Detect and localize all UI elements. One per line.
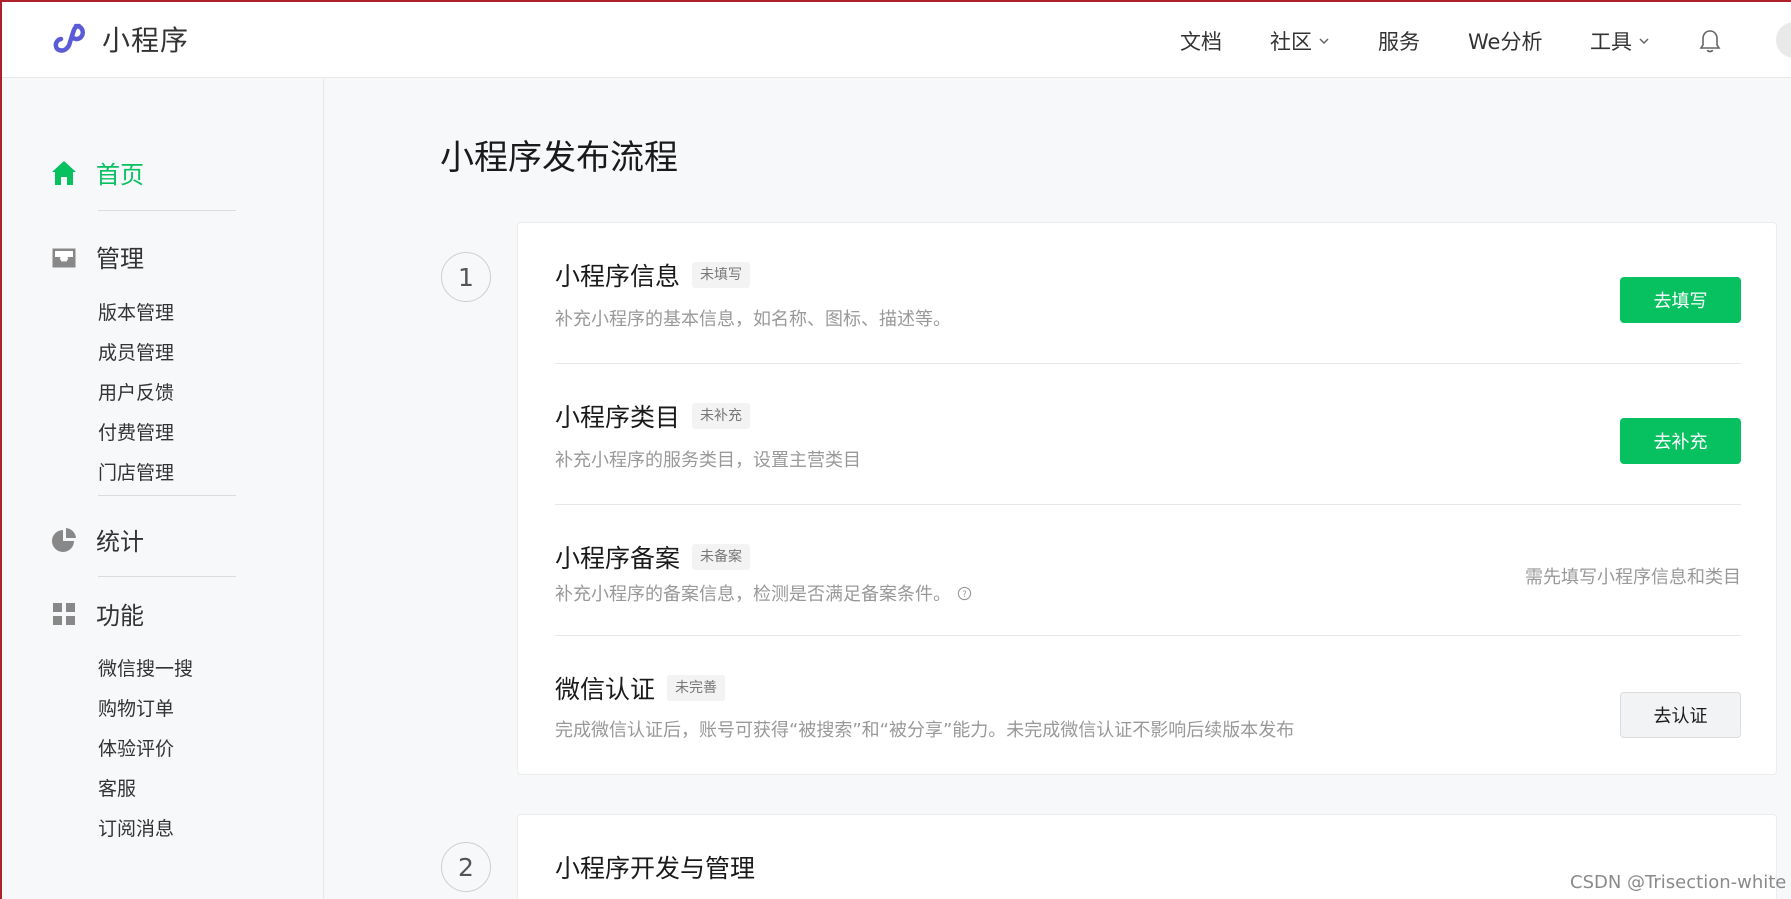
grid-icon [53,602,75,625]
fill-info-button[interactable]: 去填写 [1620,277,1741,323]
page-title: 小程序发布流程 [440,138,678,178]
sidebar-item-home[interactable]: 首页 [50,155,144,190]
chevron-down-icon [1319,38,1329,45]
status-badge: 未补充 [692,403,751,429]
nav-analytics[interactable]: We分析 [1468,26,1542,56]
question-circle-icon[interactable]: ? [957,586,972,601]
row-description: 补充小程序的备案信息，检测是否满足备案条件。 ? [555,580,972,606]
row-title: 小程序类目 未补充 [555,398,751,434]
add-category-button[interactable]: 去补充 [1620,418,1741,464]
bell-icon[interactable] [1698,28,1722,54]
status-badge: 未填写 [692,262,751,288]
sidebar-item-manage[interactable]: 管理 [50,239,144,274]
list-item: 小程序信息 未填写 补充小程序的基本信息，如名称、图标、描述等。 去填写 [555,223,1741,363]
nav-tools[interactable]: 工具 [1590,26,1650,56]
row-description: 完成微信认证后，账号可获得“被搜索”和“被分享”能力。未完成微信认证不影响后续版… [555,720,1295,741]
row-title: 微信认证 未完善 [555,670,726,706]
nav-services[interactable]: 服务 [1378,26,1420,56]
row-title: 小程序信息 未填写 [555,257,751,293]
svg-text:?: ? [962,588,966,598]
sidebar-item-customer-service[interactable]: 客服 [98,774,136,801]
inbox-icon [52,248,76,267]
sidebar-item-wechat-search[interactable]: 微信搜一搜 [98,654,193,681]
app-logo[interactable]: 小程序 [50,18,189,60]
avatar[interactable] [1776,22,1791,58]
list-item: 小程序备案 未备案 补充小程序的备案信息，检测是否满足备案条件。 ? 需先填写小… [555,505,1741,635]
chevron-down-icon [1639,38,1649,45]
list-item: 微信认证 未完善 完成微信认证后，账号可获得“被搜索”和“被分享”能力。未完成微… [555,636,1741,776]
row-description: 补充小程序的基本信息，如名称、图标、描述等。 [555,309,951,330]
watermark: CSDN @Trisection-white [1570,872,1787,893]
sidebar-item-subscribe-message[interactable]: 订阅消息 [98,814,174,841]
home-icon [52,160,76,185]
step-card: 小程序信息 未填写 补充小程序的基本信息，如名称、图标、描述等。 去填写 小程序… [517,222,1777,775]
sidebar-item-version-manage[interactable]: 版本管理 [98,298,174,325]
divider [98,495,236,496]
sidebar-item-features[interactable]: 功能 [50,596,144,631]
sidebar-item-stats[interactable]: 统计 [50,522,144,557]
sidebar-item-user-feedback[interactable]: 用户反馈 [98,378,174,405]
sidebar: 首页 管理 版本管理 成员管理 用户反馈 付费管理 门店管理 统计 功能 微信搜… [2,79,324,899]
list-item: 小程序类目 未补充 补充小程序的服务类目，设置主营类目 去补充 [555,364,1741,504]
sidebar-item-experience-rating[interactable]: 体验评价 [98,734,174,761]
mini-program-logo-icon [53,23,86,53]
nav-community[interactable]: 社区 [1270,26,1330,56]
divider [98,210,236,211]
top-navigation-bar: 小程序 文档 社区 服务 We分析 工具 [2,2,1791,78]
sidebar-item-shopping-orders[interactable]: 购物订单 [98,694,174,721]
row-note: 需先填写小程序信息和类目 [1525,567,1741,588]
step-number: 1 [441,252,491,302]
app-title: 小程序 [102,24,190,57]
divider [98,576,236,577]
verify-button[interactable]: 去认证 [1620,692,1741,738]
step-number: 2 [441,842,491,892]
status-badge: 未备案 [692,544,751,570]
nav-docs[interactable]: 文档 [1180,26,1222,56]
sidebar-item-store-manage[interactable]: 门店管理 [98,458,174,485]
sidebar-item-payment-manage[interactable]: 付费管理 [98,418,174,445]
sidebar-item-member-manage[interactable]: 成员管理 [98,338,174,365]
pie-chart-icon [52,527,76,552]
row-description: 补充小程序的服务类目，设置主营类目 [555,450,861,471]
status-badge: 未完善 [667,675,726,701]
row-title: 小程序开发与管理 [555,854,756,883]
row-title: 小程序备案 未备案 [555,539,751,575]
